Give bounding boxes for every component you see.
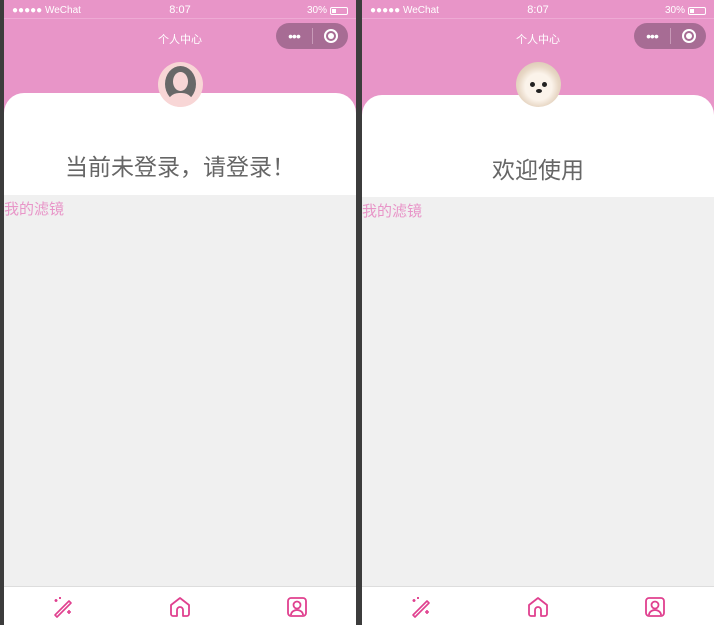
status-bar: ●●●●● WeChat 8:07 30% [4,0,356,19]
battery-percent: 30% [664,5,685,16]
magic-wand-icon [54,597,72,618]
avatar[interactable] [516,62,561,107]
user-profile-icon [287,597,307,617]
avatar[interactable] [158,62,203,107]
battery-percent: 30% [306,5,327,16]
phone-screen-logged-in: ●●●●● WeChat 8:07 30% 个人中心 ••• 欢迎使用 我的滤镜 [362,0,714,625]
magic-wand-icon [412,597,430,618]
tab-filters[interactable] [51,595,75,619]
tab-profile[interactable] [643,595,667,619]
login-prompt[interactable]: 当前未登录，请登录！ [4,148,356,182]
time: 8:07 [527,4,549,16]
section-label: 我的滤镜 [362,203,423,220]
mini-program-capsule: ••• [634,23,706,49]
user-profile-icon [645,597,665,617]
status-bar: ●●●●● WeChat 8:07 30% [362,0,714,19]
section-label: 我的滤镜 [4,201,65,218]
close-button[interactable] [313,29,348,43]
tab-filters[interactable] [409,595,433,619]
welcome-message: 欢迎使用 [492,157,584,183]
phone-screen-logged-out: ●●●●● WeChat 8:07 30% 个人中心 ••• 当前未登录，请登录… [4,0,356,625]
home-icon [170,597,190,617]
close-button[interactable] [671,29,706,43]
tab-bar [362,586,714,625]
record-icon [681,29,696,43]
record-icon [323,29,338,43]
mini-program-capsule: ••• [276,23,348,49]
tab-home[interactable] [526,595,550,619]
battery-icon [330,6,348,15]
battery-icon [688,6,706,15]
tab-home[interactable] [168,595,192,619]
tab-bar [4,586,356,625]
tab-profile[interactable] [285,595,309,619]
more-button[interactable]: ••• [276,23,312,49]
time: 8:07 [169,4,191,16]
more-button[interactable]: ••• [634,23,670,49]
home-icon [528,597,548,617]
